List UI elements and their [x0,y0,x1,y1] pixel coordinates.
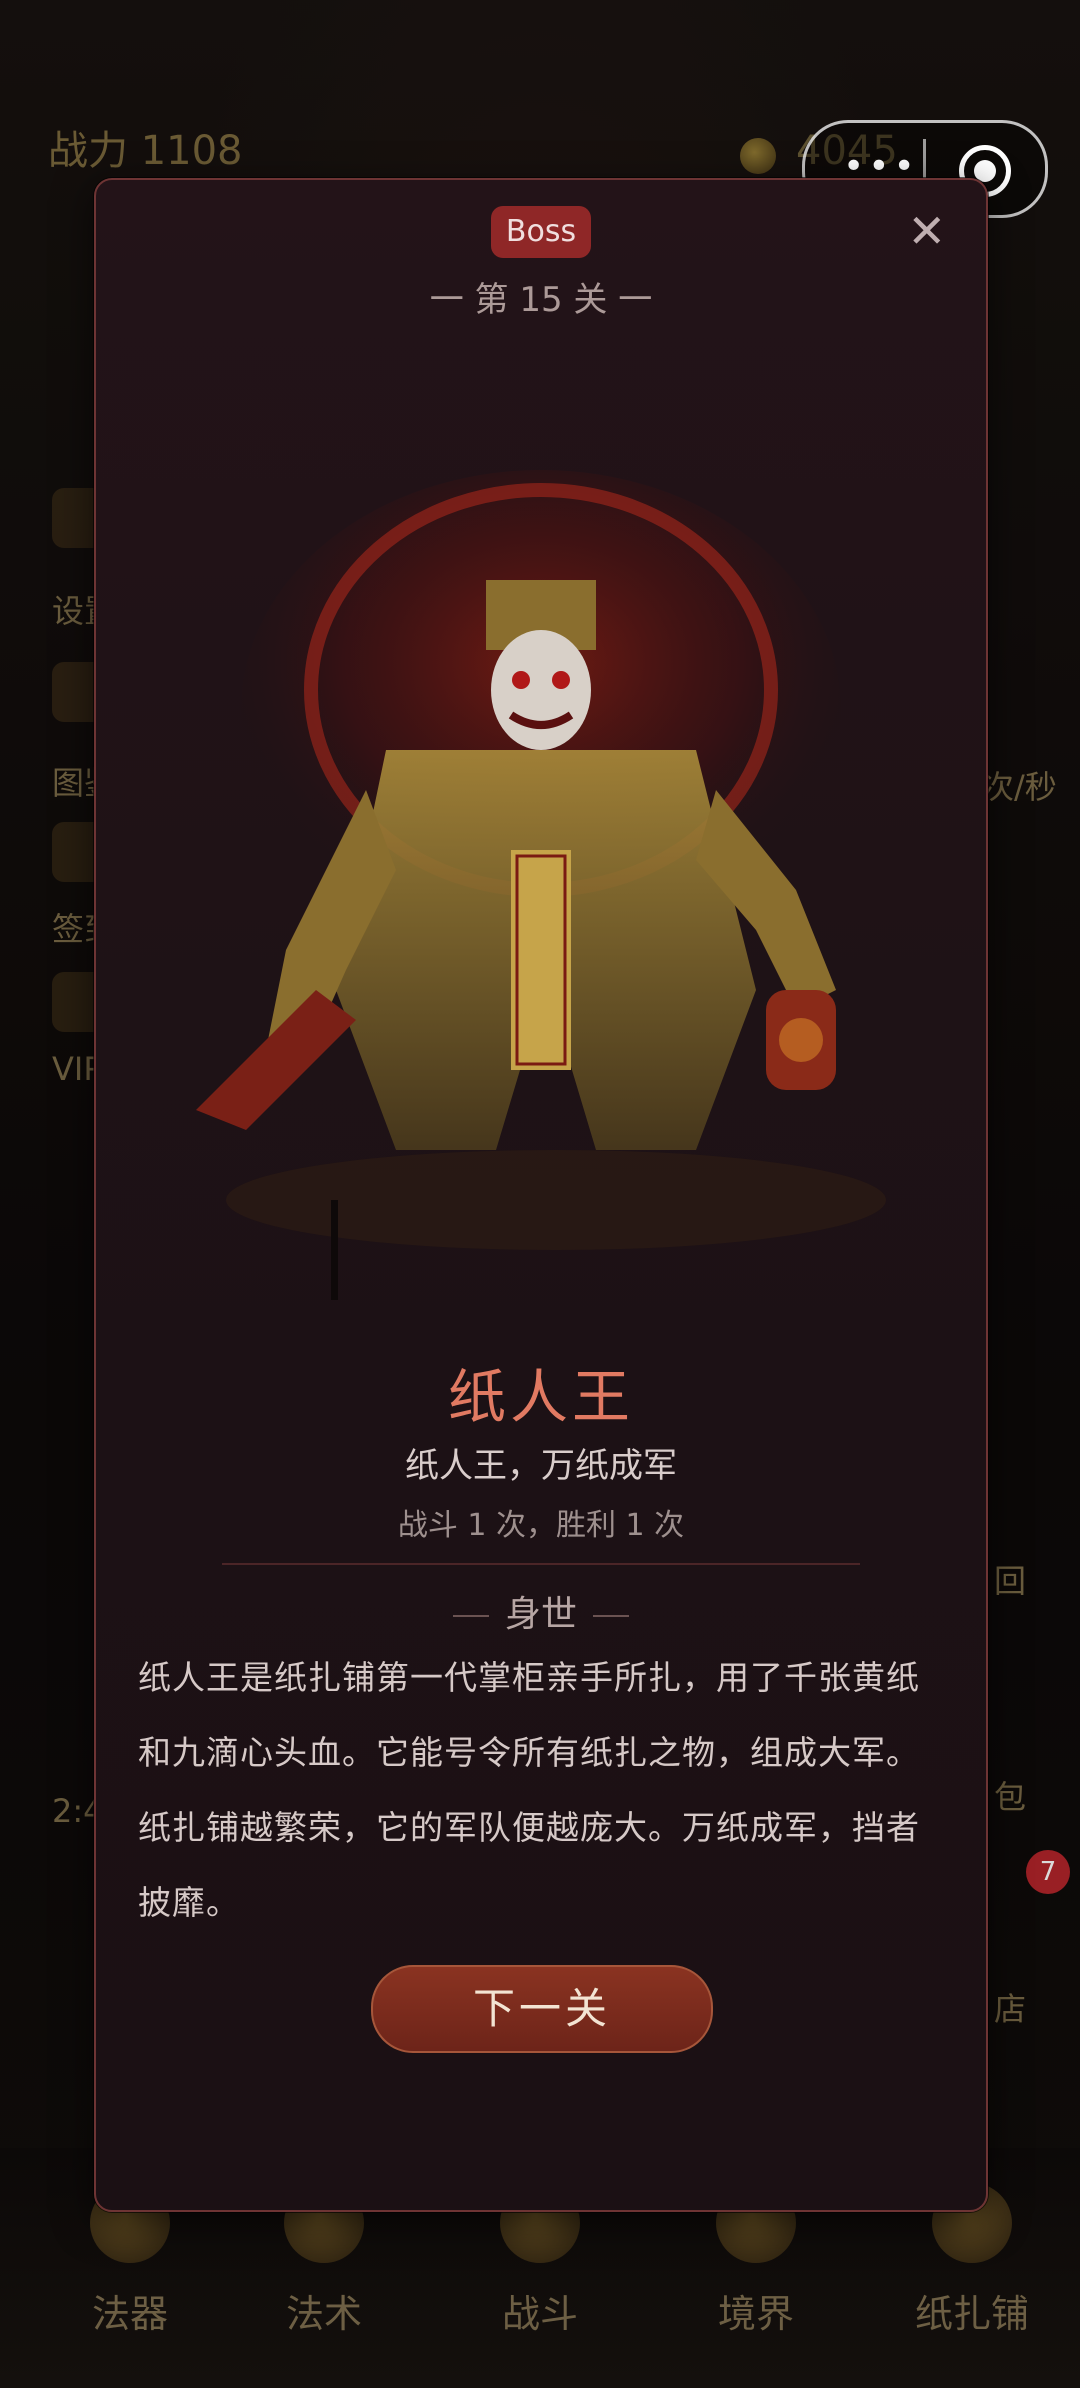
nav-label: 法术 [285,2292,362,2336]
side-item-shop[interactable]: 店 [994,1984,1026,2030]
coin-icon [740,138,776,174]
section-title: 身世 [96,1585,986,1637]
side-item-bag[interactable]: 包 [994,1772,1026,1818]
divider [222,1563,860,1565]
battle-record: 战斗 1 次，胜利 1 次 [397,1508,685,1543]
boss-illustration [196,470,886,1300]
nav-label: 战斗 [501,2292,578,2336]
side-item-return[interactable]: 回 [994,1556,1026,1602]
power-label: 战力 1108 [48,128,243,174]
boss-badge: Boss [491,206,591,258]
boss-modal: Boss ✕ 一 第 15 关 一 纸人王 纸人王，万纸成军 战斗 1 次，胜利… [94,178,988,2212]
close-icon[interactable]: ✕ [907,208,946,254]
rate-label: 次/秒 [982,768,1057,806]
next-stage-button[interactable]: 下一关 [371,1965,713,2053]
nav-label: 法器 [91,2292,168,2336]
notification-badge: 7 [1026,1850,1070,1894]
section-title-text: 身世 [504,1594,577,1635]
lore-text: 纸人王是纸扎铺第一代掌柜亲手所扎，用了千张黄纸和九滴心头血。它能号令所有纸扎之物… [138,1658,920,1922]
more-dots-icon[interactable]: ••• [843,149,919,185]
stage-label: 一 第 15 关 一 [429,280,653,320]
nav-label: 境界 [717,2292,794,2336]
boss-name: 纸人王 [447,1363,634,1431]
nav-label: 纸扎铺 [914,2292,1029,2336]
boss-subtitle: 纸人王，万纸成军 [405,1446,677,1486]
